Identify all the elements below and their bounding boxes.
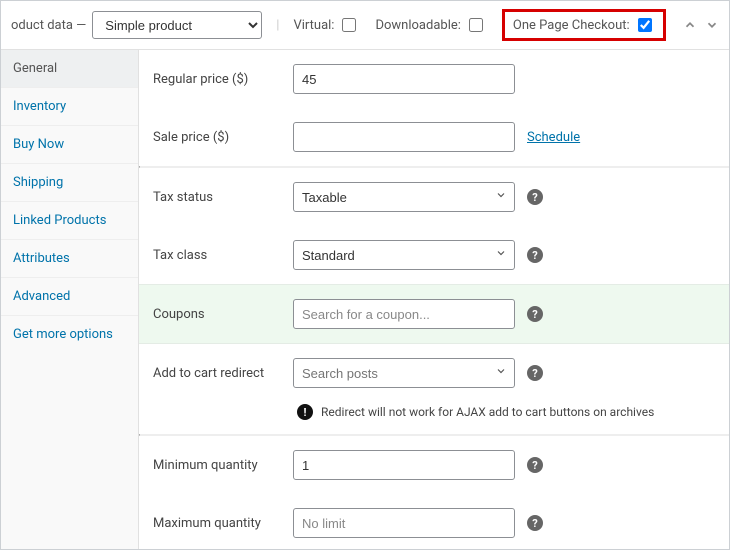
min-qty-input[interactable] [293, 450, 515, 480]
tab-label: Advanced [13, 289, 70, 304]
help-icon[interactable]: ? [527, 457, 543, 473]
downloadable-checkbox[interactable] [469, 18, 483, 32]
panel-body: General Inventory Buy Now Shipping Linke… [1, 50, 729, 549]
one-page-checkout-highlight: One Page Checkout: [502, 9, 666, 41]
redirect-notice-row: ! Redirect will not work for AJAX add to… [139, 402, 729, 434]
help-icon[interactable]: ? [527, 306, 543, 322]
downloadable-checkbox-wrap[interactable]: Downloadable: [375, 15, 485, 35]
coupons-row: Coupons ? [139, 284, 729, 344]
header-separator: | [276, 18, 279, 33]
tab-buy-now[interactable]: Buy Now [1, 126, 138, 164]
min-qty-label: Minimum quantity [153, 458, 283, 473]
help-icon[interactable]: ? [527, 247, 543, 263]
add-to-cart-redirect-row: Add to cart redirect ? [139, 344, 729, 402]
max-qty-label: Maximum quantity [153, 516, 283, 531]
sale-price-label: Sale price ($) [153, 130, 283, 145]
expand-icon[interactable] [705, 18, 719, 32]
panel-header: oduct data — Simple product | Virtual: D… [1, 1, 729, 50]
regular-price-label: Regular price ($) [153, 72, 283, 87]
tax-status-label: Tax status [153, 190, 283, 205]
tab-label: Get more options [13, 327, 113, 342]
opc-checkbox-wrap[interactable]: One Page Checkout: [513, 15, 655, 35]
add-to-cart-label: Add to cart redirect [153, 366, 283, 381]
virtual-checkbox-wrap[interactable]: Virtual: [293, 15, 359, 35]
product-type-select[interactable]: Simple product [92, 11, 262, 39]
tab-get-more-options[interactable]: Get more options [1, 316, 138, 353]
tab-label: Shipping [13, 175, 63, 190]
tax-class-select[interactable]: Standard [293, 240, 515, 270]
virtual-label: Virtual: [293, 18, 334, 33]
tab-label: Linked Products [13, 213, 106, 228]
help-icon[interactable]: ? [527, 365, 543, 381]
tab-inventory[interactable]: Inventory [1, 88, 138, 126]
tax-status-select[interactable]: Taxable [293, 182, 515, 212]
info-icon: ! [297, 404, 313, 420]
tab-linked-products[interactable]: Linked Products [1, 202, 138, 240]
tax-class-row: Tax class Standard ? [139, 226, 729, 284]
schedule-link[interactable]: Schedule [527, 130, 580, 145]
redirect-notice-text: Redirect will not work for AJAX add to c… [321, 405, 654, 419]
panel-title: oduct data — [11, 18, 86, 33]
tax-status-row: Tax status Taxable ? [139, 168, 729, 226]
general-tab-content: Regular price ($) Sale price ($) Schedul… [139, 50, 729, 549]
tab-label: Attributes [13, 251, 70, 266]
help-icon[interactable]: ? [527, 189, 543, 205]
product-data-panel: oduct data — Simple product | Virtual: D… [0, 0, 730, 550]
regular-price-input[interactable] [293, 64, 515, 94]
downloadable-label: Downloadable: [375, 18, 460, 33]
sale-price-row: Sale price ($) Schedule [139, 108, 729, 166]
tax-class-label: Tax class [153, 248, 283, 263]
max-qty-input[interactable] [293, 508, 515, 538]
tab-attributes[interactable]: Attributes [1, 240, 138, 278]
opc-label: One Page Checkout: [513, 18, 630, 33]
product-data-tabs: General Inventory Buy Now Shipping Linke… [1, 50, 139, 549]
collapse-icon[interactable] [683, 18, 697, 32]
virtual-checkbox[interactable] [342, 18, 356, 32]
tab-label: Buy Now [13, 137, 64, 152]
tab-shipping[interactable]: Shipping [1, 164, 138, 202]
maximum-quantity-row: Maximum quantity ? [139, 494, 729, 549]
coupons-search-input[interactable] [293, 299, 515, 329]
tab-label: General [13, 61, 57, 76]
opc-checkbox[interactable] [638, 18, 652, 32]
help-icon[interactable]: ? [527, 515, 543, 531]
tab-label: Inventory [13, 99, 66, 114]
regular-price-row: Regular price ($) [139, 50, 729, 108]
panel-header-controls [683, 18, 719, 32]
tab-general[interactable]: General [1, 50, 138, 88]
sale-price-input[interactable] [293, 122, 515, 152]
add-to-cart-redirect-input[interactable] [293, 358, 515, 388]
coupons-label: Coupons [153, 307, 283, 322]
tab-advanced[interactable]: Advanced [1, 278, 138, 316]
minimum-quantity-row: Minimum quantity ? [139, 436, 729, 494]
